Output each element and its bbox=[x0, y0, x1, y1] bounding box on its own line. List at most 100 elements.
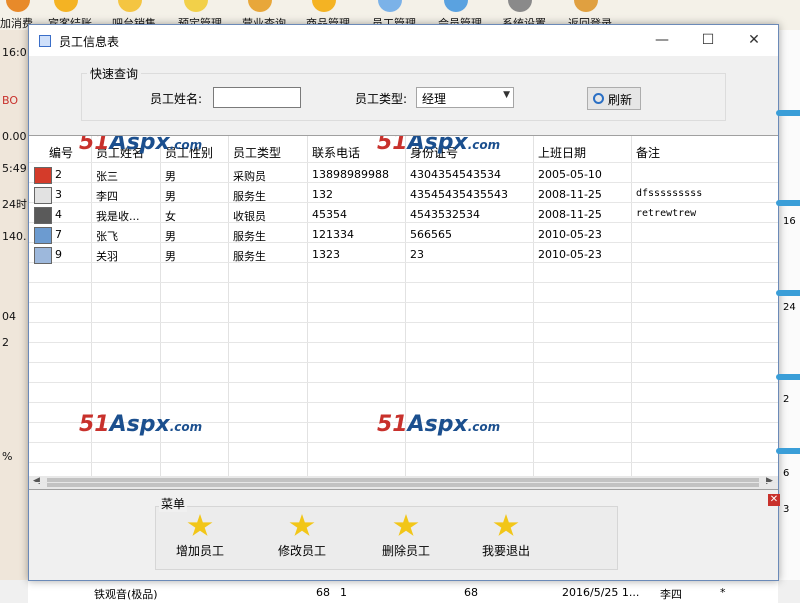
column-header[interactable]: 上班日期 bbox=[538, 144, 586, 161]
right-panel-text: 2 bbox=[783, 394, 790, 405]
table-cell: 2 bbox=[55, 168, 62, 181]
refresh-button[interactable]: 刷新 bbox=[587, 87, 641, 110]
bottom-cell: 李四 bbox=[660, 588, 682, 601]
table-cell: 男 bbox=[165, 190, 176, 203]
table-cell: retrewtrew bbox=[636, 208, 697, 219]
background-left-panel: 16:0 BO 0.00 5:49: 24时1 140. 04 2% bbox=[0, 30, 34, 580]
table-cell: 服务生 bbox=[233, 190, 266, 203]
left-panel-text: 0.00 bbox=[2, 130, 27, 143]
column-header[interactable]: 备注 bbox=[636, 144, 660, 161]
menu-button[interactable]: 删除员工 bbox=[361, 514, 451, 564]
toolbar-icon bbox=[508, 0, 532, 12]
bottom-cell: 2016/5/25 1... bbox=[562, 586, 640, 599]
table-cell: dfsssssssss bbox=[636, 188, 703, 199]
toolbar-icon bbox=[184, 0, 208, 12]
table-cell: 9 bbox=[55, 248, 62, 261]
bottom-cell: 68 bbox=[464, 586, 478, 599]
watermark-brand: Aspx bbox=[109, 412, 170, 437]
menu-button-label: 我要退出 bbox=[481, 544, 530, 558]
table-cell: 121334 bbox=[312, 228, 354, 241]
table-cell: 2010-05-23 bbox=[538, 248, 602, 261]
table-row[interactable]: 4 我是收... 女 收银员 45354 4543532534 2008-11-25 retr… bbox=[29, 206, 778, 224]
background-bottom-row: 铁观音(极品) 68 1 68 2016/5/25 1... 李四 * bbox=[28, 580, 778, 603]
watermark-brand: Aspx bbox=[407, 412, 468, 437]
grid-row-divider bbox=[29, 442, 778, 443]
table-row[interactable]: 9 关羽 男 服务生 1323 23 2010-05-23 bbox=[29, 246, 778, 264]
toolbar-icon bbox=[444, 0, 468, 12]
window-app-icon bbox=[39, 35, 51, 47]
table-cell: 566565 bbox=[410, 228, 452, 241]
scroll-right-icon[interactable]: ▶ bbox=[766, 476, 773, 486]
decor-fish-icon bbox=[776, 374, 800, 380]
table-row[interactable]: 7 张飞 男 服务生 121334 566565 2010-05-23 bbox=[29, 226, 778, 244]
table-cell: 2008-11-25 bbox=[538, 208, 602, 221]
table-cell: 3 bbox=[55, 188, 62, 201]
table-cell: 2010-05-23 bbox=[538, 228, 602, 241]
watermark-number: 51 bbox=[79, 135, 110, 155]
left-panel-text: 140. bbox=[2, 230, 27, 243]
scroll-left-icon[interactable]: ◀ bbox=[33, 476, 40, 486]
bottom-cell: 铁观音(极品) bbox=[94, 588, 158, 601]
table-cell: 服务生 bbox=[233, 230, 266, 243]
toolbar-icon bbox=[6, 0, 30, 12]
table-cell: 张三 bbox=[96, 170, 118, 183]
table-cell: 我是收... bbox=[96, 210, 140, 223]
menu-button[interactable]: 增加员工 bbox=[155, 514, 245, 564]
menu-button-label: 修改员工 bbox=[277, 544, 326, 558]
menu-button[interactable]: 修改员工 bbox=[257, 514, 347, 564]
table-cell: 7 bbox=[55, 228, 62, 241]
table-cell: 45354 bbox=[312, 208, 347, 221]
right-panel-text: 24 bbox=[783, 302, 796, 313]
table-cell: 1323 bbox=[312, 248, 340, 261]
grid-row-divider bbox=[29, 322, 778, 323]
employee-grid[interactable]: ◀ ▶ 编号 员工姓名 员工性别 员工类型 联系电话 身份证号 上班日期 备注 2 张三男采购员 1… bbox=[29, 135, 778, 490]
employee-avatar-icon bbox=[34, 247, 52, 264]
maximize-button[interactable]: ☐ bbox=[685, 25, 731, 56]
table-cell: 4543532534 bbox=[410, 208, 480, 221]
left-panel-text: % bbox=[2, 450, 13, 463]
grid-row-divider bbox=[29, 342, 778, 343]
table-cell: 女 bbox=[165, 210, 176, 223]
grid-row-divider bbox=[29, 302, 778, 303]
table-cell: 13898989988 bbox=[312, 168, 389, 181]
toolbar-icon bbox=[118, 0, 142, 12]
close-icon[interactable]: ✕ bbox=[768, 494, 780, 506]
column-header[interactable]: 员工类型 bbox=[233, 144, 281, 161]
table-row[interactable]: 2 张三 男 采购员 13898989988 4304354543534 2005-05-1… bbox=[29, 166, 778, 184]
decor-fish-icon bbox=[776, 290, 800, 296]
bottom-cell: 1 bbox=[340, 586, 347, 599]
table-cell: 男 bbox=[165, 170, 176, 183]
column-header[interactable]: 联系电话 bbox=[312, 144, 360, 161]
right-panel-text: 6 bbox=[783, 468, 790, 479]
employee-info-window: 员工信息表 — ☐ ✕ 快速查询 员工姓名: 员工类型: 经理 ▼ 刷新 ◀ ▶… bbox=[28, 24, 779, 581]
star-icon bbox=[289, 514, 315, 536]
table-cell: 132 bbox=[312, 188, 333, 201]
watermark-brand: Aspx bbox=[407, 135, 468, 155]
grid-row-divider bbox=[29, 482, 778, 483]
close-button[interactable]: ✕ bbox=[731, 25, 777, 56]
table-cell: 服务生 bbox=[233, 250, 266, 263]
employee-avatar-icon bbox=[34, 227, 52, 244]
table-cell: 收银员 bbox=[233, 210, 266, 223]
decor-fish-icon bbox=[776, 110, 800, 116]
toolbar-icon bbox=[574, 0, 598, 12]
employee-type-label: 员工类型: bbox=[355, 92, 408, 106]
grid-row-divider bbox=[29, 162, 778, 163]
employee-type-value: 经理 bbox=[422, 92, 447, 106]
employee-avatar-icon bbox=[34, 167, 52, 184]
table-cell: 2008-11-25 bbox=[538, 188, 602, 201]
watermark-logo: 51Aspx.com bbox=[377, 412, 500, 437]
employee-name-input[interactable] bbox=[213, 87, 301, 108]
right-panel-text: 3 bbox=[783, 504, 790, 515]
quick-search-title: 快速查询 bbox=[87, 65, 142, 82]
column-header[interactable]: 编号 bbox=[49, 144, 73, 161]
chevron-down-icon: ▼ bbox=[503, 90, 510, 100]
minimize-button[interactable]: — bbox=[639, 25, 685, 56]
bottom-cell: * bbox=[720, 586, 726, 599]
table-cell: 4 bbox=[55, 208, 62, 221]
employee-type-select[interactable]: 经理 ▼ bbox=[416, 87, 514, 108]
table-cell: 男 bbox=[165, 230, 176, 243]
table-row[interactable]: 3 李四 男 服务生 132 43545435435543 2008-11-25 dfssss… bbox=[29, 186, 778, 204]
star-icon bbox=[393, 514, 419, 536]
menu-button[interactable]: 我要退出 bbox=[461, 514, 551, 564]
